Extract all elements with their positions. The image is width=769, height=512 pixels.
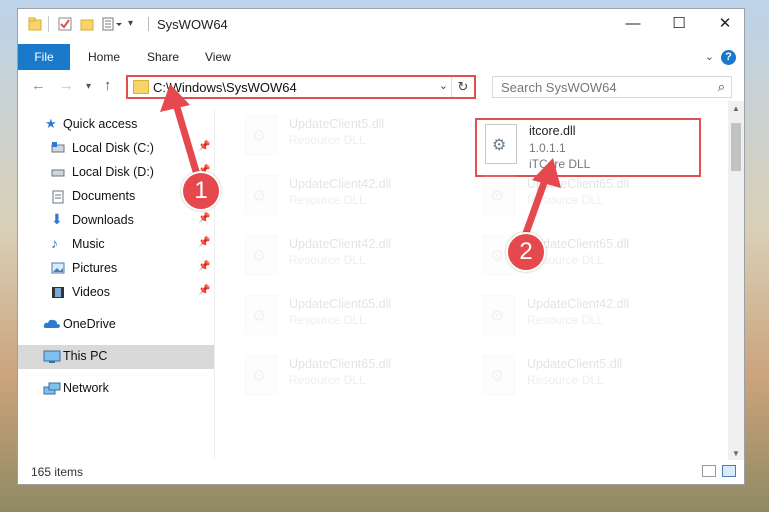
arrow-2	[521, 158, 561, 240]
step-badge-2: 2	[506, 232, 546, 272]
step-badge-1: 1	[181, 171, 221, 211]
arrow-1	[160, 84, 202, 182]
annotation-arrows	[160, 84, 561, 240]
